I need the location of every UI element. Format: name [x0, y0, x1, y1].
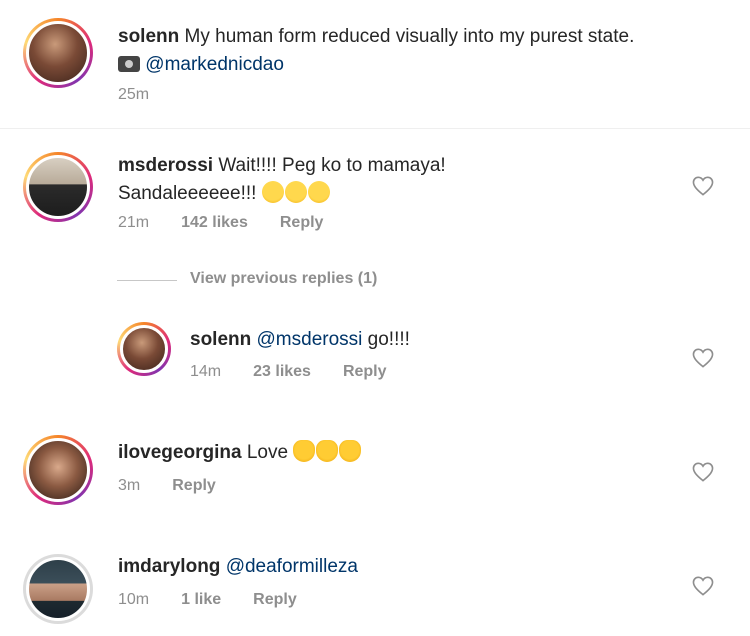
reply-likes[interactable]: 23 likes — [253, 363, 311, 381]
reply-button[interactable]: Reply — [343, 363, 387, 381]
reply-meta: 14m 23 likes Reply — [190, 363, 387, 381]
clapping-emoji-icon — [316, 440, 339, 462]
heart-icon[interactable] — [692, 348, 714, 368]
caption-username[interactable]: solenn — [118, 26, 179, 47]
comment-time: 21m — [118, 214, 150, 231]
caption-text: solenn My human form reduced visually in… — [118, 23, 658, 79]
caption-body: My human form reduced visually into my p… — [184, 26, 635, 47]
view-previous-replies-button[interactable]: View previous replies (1) — [190, 270, 377, 288]
heart-icon[interactable] — [692, 176, 714, 196]
comment-meta: 10m 1 like Reply — [118, 591, 297, 609]
divider — [0, 128, 750, 129]
heart-icon[interactable] — [692, 462, 714, 482]
comment-text: imdarylong @deaformilleza — [118, 553, 638, 581]
comment-username[interactable]: imdarylong — [118, 556, 220, 577]
comment-avatar-ring[interactable] — [23, 152, 93, 222]
laughing-emoji-icon — [261, 181, 284, 203]
comment-avatar-ring[interactable] — [23, 554, 93, 624]
caption-avatar-ring[interactable] — [23, 18, 93, 88]
comment-avatar-ring[interactable] — [23, 435, 93, 505]
comment-meta: 3m Reply — [118, 477, 216, 495]
laughing-emoji-icon — [284, 181, 307, 203]
comment-ilovegeorgina: ilovegeorgina Love 3m Reply — [0, 425, 750, 515]
avatar — [120, 325, 168, 373]
heart-icon[interactable] — [692, 576, 714, 596]
reply-text: solenn @msderossi go!!!! — [190, 326, 630, 354]
reply-mention[interactable]: @msderossi — [257, 329, 363, 350]
comment-mention[interactable]: @deaformilleza — [226, 556, 358, 577]
reply-button[interactable]: Reply — [280, 214, 324, 232]
comment-time: 10m — [118, 591, 150, 608]
comment-username[interactable]: ilovegeorgina — [118, 442, 242, 463]
comment-imdarylong: imdarylong @deaformilleza 10m 1 like Rep… — [0, 540, 750, 636]
reply-time: 14m — [190, 363, 222, 380]
comment-time: 3m — [118, 477, 141, 494]
laughing-emoji-icon — [307, 181, 330, 203]
comment-likes[interactable]: 1 like — [181, 591, 221, 609]
comment-meta: 21m 142 likes Reply — [118, 214, 323, 232]
caption-mention[interactable]: @markednicdao — [145, 54, 284, 75]
comment-msderossi: msderossi Wait!!!! Peg ko to mamaya! San… — [0, 140, 750, 250]
comment-likes[interactable]: 142 likes — [181, 214, 248, 232]
camera-icon — [118, 56, 140, 72]
avatar — [26, 155, 90, 219]
caption-time: 25m — [118, 86, 150, 103]
reply-button[interactable]: Reply — [253, 591, 297, 609]
reply-username[interactable]: solenn — [190, 329, 251, 350]
avatar — [26, 21, 90, 85]
comment-text: ilovegeorgina Love — [118, 439, 638, 467]
reply-avatar-ring[interactable] — [117, 322, 171, 376]
avatar — [26, 557, 90, 621]
comment-username[interactable]: msderossi — [118, 155, 213, 176]
clapping-emoji-icon — [339, 440, 362, 462]
caption-meta: 25m — [118, 86, 149, 104]
reply-button[interactable]: Reply — [172, 477, 216, 495]
clapping-emoji-icon — [293, 440, 316, 462]
comment-text: msderossi Wait!!!! Peg ko to mamaya! San… — [118, 152, 638, 208]
view-previous-line — [117, 280, 177, 281]
comment-body: Love — [246, 442, 289, 463]
comment-body-line2: Sandaleeeeee!!! — [118, 183, 257, 204]
reply-body: go!!!! — [367, 329, 410, 350]
reply-solenn: solenn @msderossi go!!!! 14m 23 likes Re… — [0, 318, 750, 398]
caption-row: solenn My human form reduced visually in… — [0, 0, 750, 120]
comment-body-line1: Wait!!!! Peg ko to mamaya! — [218, 155, 446, 176]
avatar — [26, 438, 90, 502]
